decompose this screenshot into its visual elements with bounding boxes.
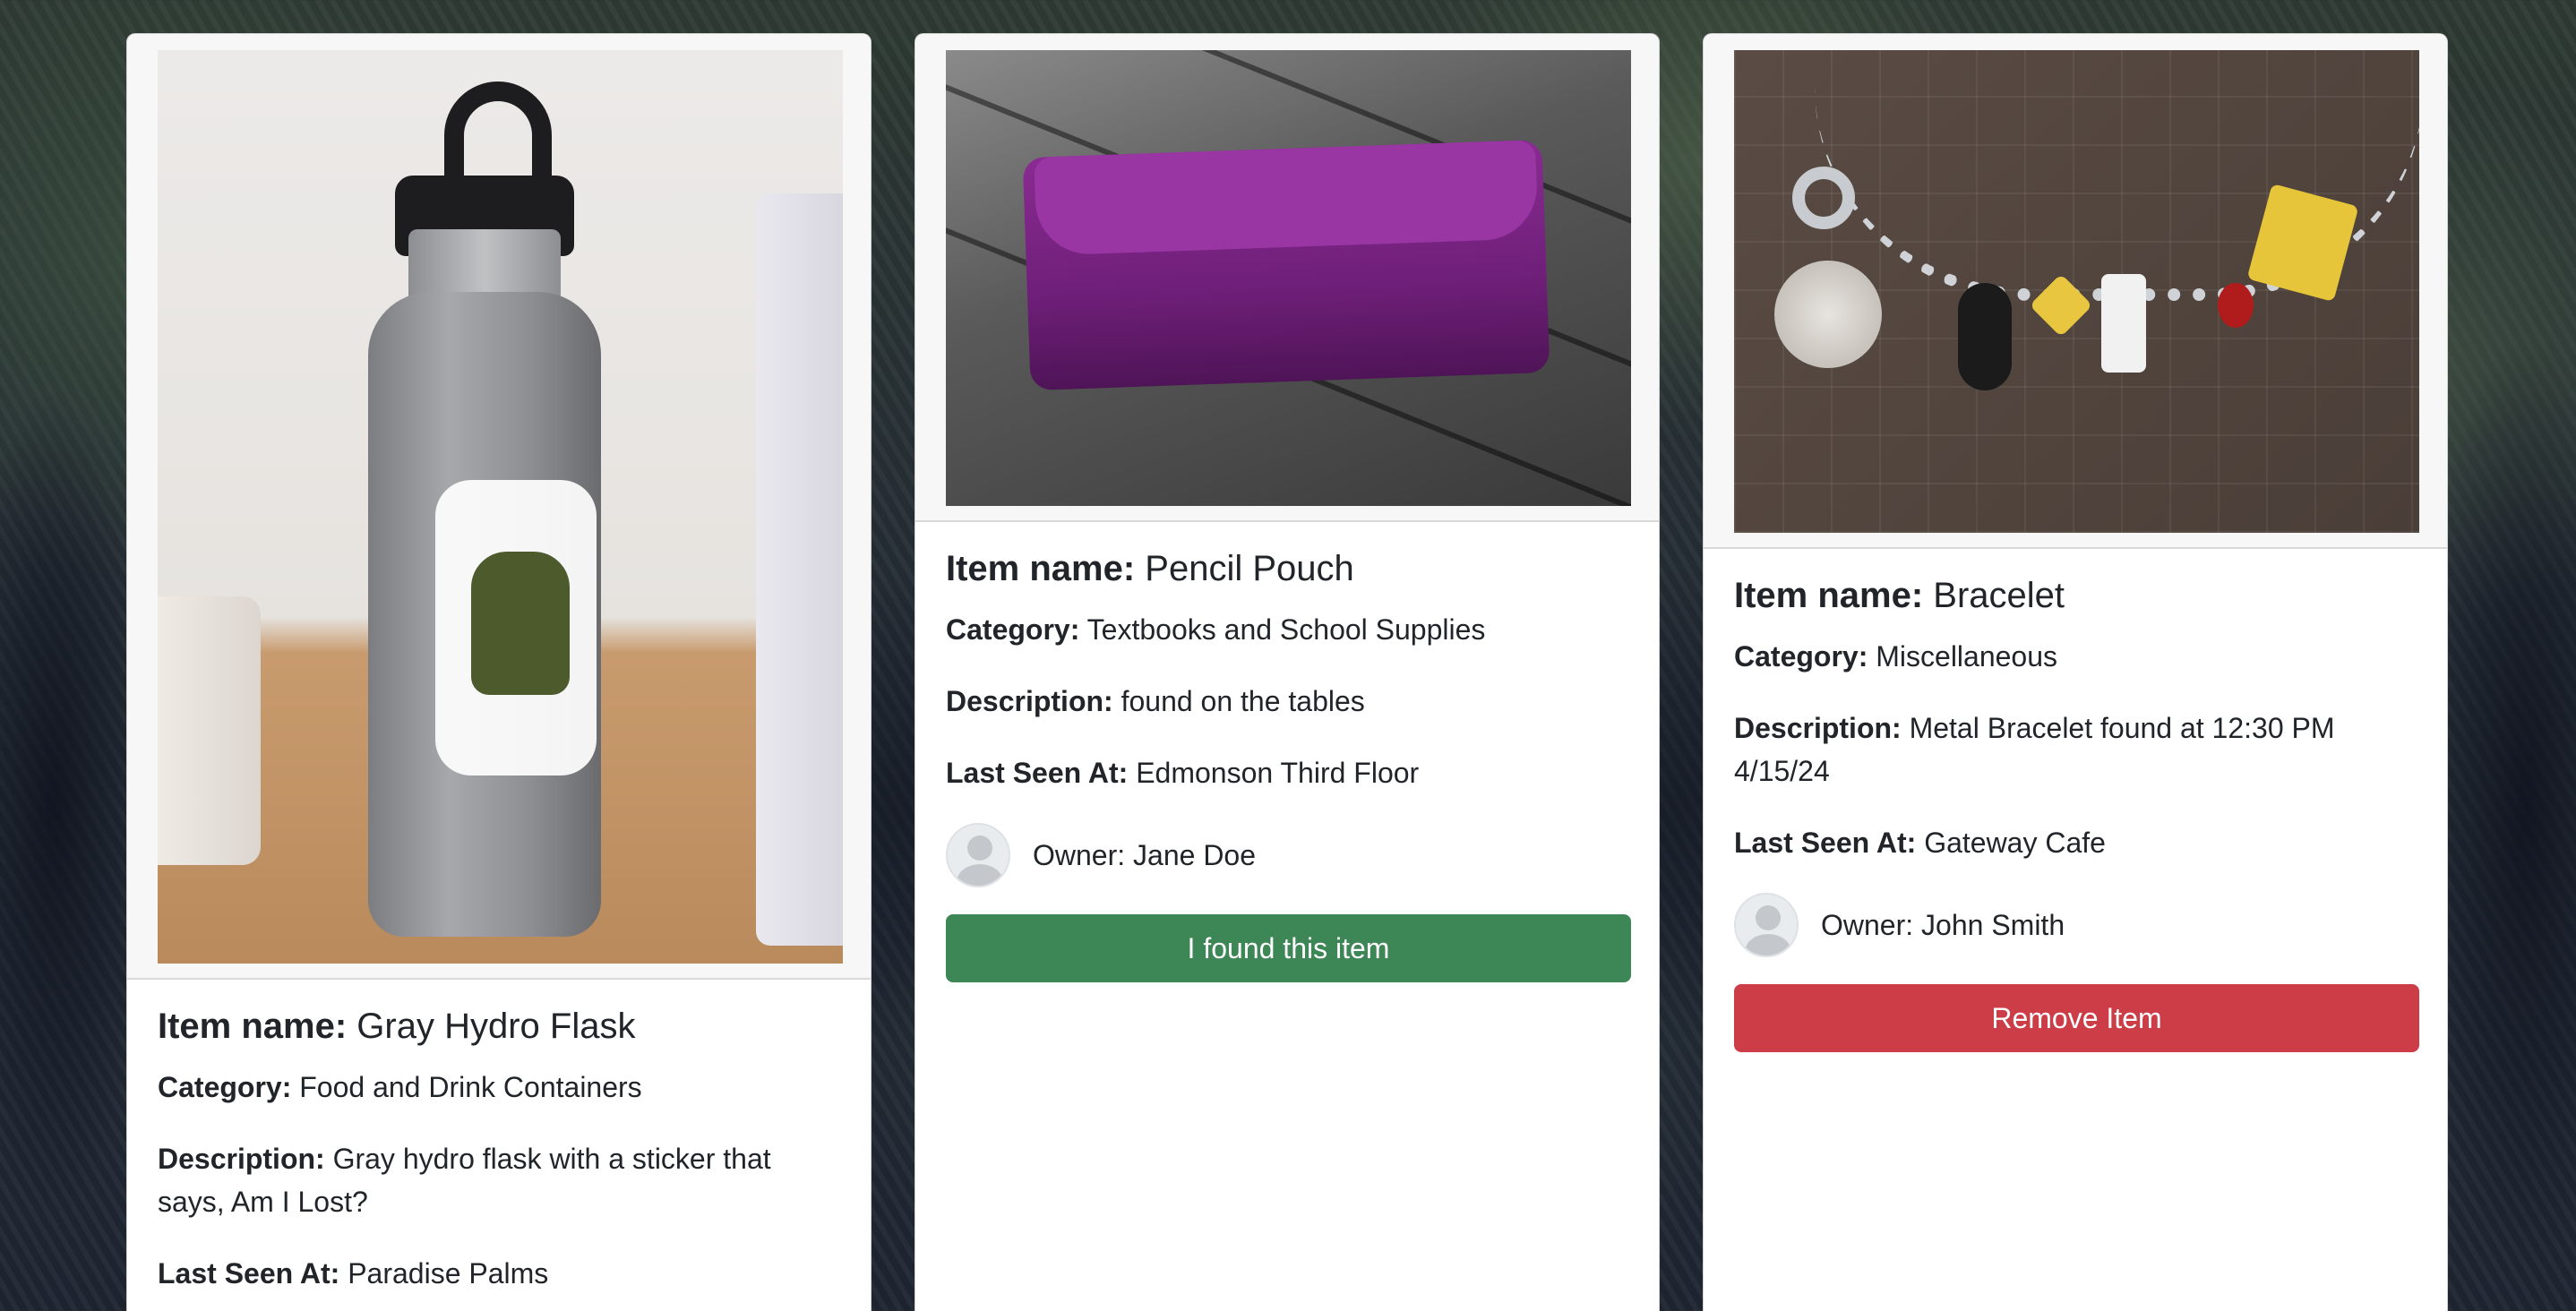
item-name-label: Item name: (946, 549, 1136, 588)
bottle-charm-shape (2101, 274, 2146, 373)
item-description: Description: Gray hydro flask with a sti… (158, 1137, 841, 1223)
last-seen-value: Edmonson Third Floor (1136, 757, 1420, 789)
item-image-header (1704, 34, 2447, 549)
item-category: Category: Textbooks and School Supplies (946, 608, 1629, 651)
item-image (1734, 50, 2419, 533)
item-name-value: Gray Hydro Flask (356, 1007, 636, 1046)
item-image (946, 50, 1631, 506)
sunglasses-charm-shape (1958, 283, 2012, 390)
item-category: Category: Food and Drink Containers (158, 1066, 841, 1109)
sticker-figure-shape (471, 552, 570, 695)
found-item-button[interactable]: I found this item (946, 914, 1631, 982)
description-label: Description: (946, 685, 1113, 717)
owner-name: Owner: Jane Doe (1033, 838, 1257, 871)
last-seen-value: Gateway Cafe (1924, 827, 2106, 859)
owner-name: Owner: John Smith (1821, 908, 2065, 941)
pouch-flap-shape (1034, 140, 1539, 256)
item-last-seen: Last Seen At: Gateway Cafe (1734, 821, 2417, 864)
item-name-label: Item name: (1734, 576, 1924, 615)
category-label: Category: (158, 1071, 292, 1103)
avatar-head-shape (967, 835, 992, 861)
item-card-grid: Item name: Gray Hydro Flask Category: Fo… (0, 0, 2576, 1311)
description-label: Description: (158, 1143, 325, 1175)
item-image (158, 50, 843, 964)
item-name-label: Item name: (158, 1007, 348, 1046)
item-name: Item name: Bracelet (1734, 574, 2417, 617)
item-card-body: Item name: Pencil Pouch Category: Textbo… (915, 522, 1659, 982)
gem-charm-shape (2218, 283, 2254, 328)
category-value: Textbooks and School Supplies (1086, 613, 1486, 646)
last-seen-label: Last Seen At: (946, 757, 1129, 789)
item-description: Description: Metal Bracelet found at 12:… (1734, 707, 2417, 793)
tag-shape (1774, 261, 1882, 368)
item-name: Item name: Gray Hydro Flask (158, 1005, 841, 1048)
last-seen-label: Last Seen At: (1734, 827, 1917, 859)
avatar-shoulders-shape (1745, 934, 1791, 955)
item-name: Item name: Pencil Pouch (946, 547, 1629, 590)
item-image-header (915, 34, 1659, 522)
category-label: Category: (946, 613, 1080, 646)
item-name-value: Pencil Pouch (1145, 549, 1354, 588)
item-last-seen: Last Seen At: Paradise Palms (158, 1252, 841, 1295)
item-category: Category: Miscellaneous (1734, 635, 2417, 678)
category-label: Category: (1734, 640, 1868, 673)
item-name-value: Bracelet (1933, 576, 2065, 615)
owner-row: Owner: Jane Doe (946, 823, 1629, 887)
last-seen-value: Paradise Palms (348, 1257, 549, 1290)
item-card-body: Item name: Bracelet Category: Miscellane… (1704, 549, 2447, 1052)
item-card: Item name: Bracelet Category: Miscellane… (1703, 33, 2448, 1311)
last-seen-label: Last Seen At: (158, 1257, 340, 1290)
avatar (946, 823, 1010, 887)
remove-item-button[interactable]: Remove Item (1734, 984, 2419, 1052)
avatar-shoulders-shape (957, 864, 1003, 886)
avatar (1734, 893, 1799, 957)
category-value: Miscellaneous (1876, 640, 2058, 673)
glass-shape (756, 193, 843, 946)
item-card: Item name: Pencil Pouch Category: Textbo… (914, 33, 1660, 1311)
item-last-seen: Last Seen At: Edmonson Third Floor (946, 751, 1629, 794)
description-label: Description: (1734, 712, 1902, 744)
description-value: found on the tables (1121, 685, 1365, 717)
pencil-cup-shape (158, 596, 261, 865)
item-card: Item name: Gray Hydro Flask Category: Fo… (126, 33, 872, 1311)
item-description: Description: found on the tables (946, 680, 1629, 723)
item-image-header (127, 34, 871, 980)
ring-shape (1792, 167, 1855, 229)
category-value: Food and Drink Containers (299, 1071, 642, 1103)
owner-row: Owner: John Smith (1734, 893, 2417, 957)
avatar-head-shape (1756, 905, 1781, 930)
item-card-body: Item name: Gray Hydro Flask Category: Fo… (127, 980, 871, 1295)
